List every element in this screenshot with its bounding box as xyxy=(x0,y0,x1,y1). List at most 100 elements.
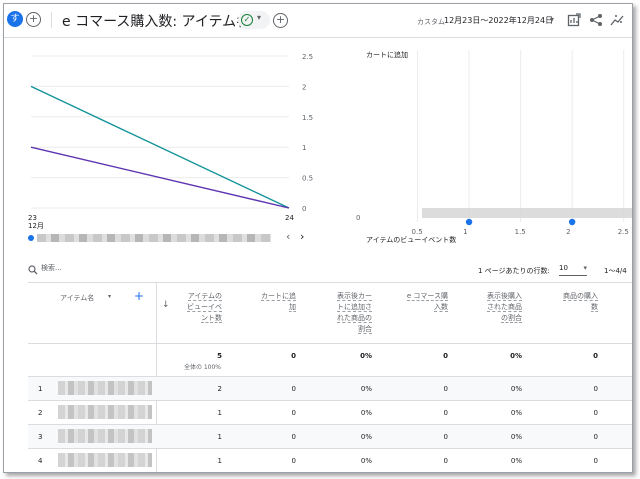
dimension-header[interactable]: アイテム名 xyxy=(60,293,94,303)
title-status-pill[interactable]: ✓ ▾ xyxy=(238,11,270,29)
table-cell: 0 xyxy=(291,457,296,465)
item-name-redacted xyxy=(58,405,152,419)
table-cell: 0 xyxy=(593,409,598,417)
header-divider xyxy=(51,12,52,28)
avatar[interactable]: す xyxy=(7,11,23,27)
add-filter-button[interactable]: + xyxy=(273,13,288,28)
table-row[interactable]: 4 1 0 0% 0 0% 0 xyxy=(28,448,632,472)
customize-report-icon[interactable] xyxy=(567,13,581,27)
table-cell: 0% xyxy=(510,433,522,441)
totals-share: 全体の 100% xyxy=(183,364,221,371)
x-tick-label: 0.5 xyxy=(412,228,423,236)
column-header-3[interactable]: 表示後カー トに追加さ れた商品の 割合 xyxy=(308,291,372,335)
column-header-1[interactable]: アイテムの ビューイベ ント数 xyxy=(162,291,222,324)
table-cell: 0 xyxy=(593,385,598,393)
point-labels-redacted xyxy=(422,208,632,218)
total-value-1: 5 xyxy=(217,352,222,360)
table-cell: 0 xyxy=(291,409,296,417)
pagination-status: 1〜4/4 xyxy=(604,267,627,275)
y-tick-label: 0 xyxy=(356,214,360,222)
y-tick-label: 0.5 xyxy=(302,175,313,183)
chart-title: カートに追加 xyxy=(366,50,408,59)
item-name-redacted xyxy=(58,453,152,467)
total-value-4: 0 xyxy=(443,352,448,360)
y-tick-label: 2.5 xyxy=(302,53,313,61)
table-row[interactable]: 2 1 0 0% 0 0% 0 xyxy=(28,400,632,424)
chevron-down-icon: ▾ xyxy=(257,13,262,22)
page-title: e コマース購入数: アイテム名 xyxy=(62,14,251,30)
y-tick-label: 1 xyxy=(302,144,306,152)
charts-area: 2.5 2 1.5 1 0.5 0 2312月 24 カートに追加 0.5 1 1.5 2 2.5 0 アイ… xyxy=(28,50,632,244)
totals-row: 全体の 100% 5 0 0% 0 0% 0 xyxy=(28,344,632,376)
column-header-4[interactable]: e コマース購 入数 xyxy=(384,291,448,313)
legend-prev-button[interactable]: ‹ xyxy=(286,230,290,243)
total-value-5: 0% xyxy=(510,352,522,360)
insights-icon[interactable] xyxy=(610,13,624,27)
table-cell: 0 xyxy=(443,457,448,465)
share-icon[interactable] xyxy=(589,13,603,27)
row-number: 4 xyxy=(38,457,43,465)
report-card: す + e コマース購入数: アイテム名 ✓ ▾ + カスタム 12月23日〜2… xyxy=(3,3,633,473)
data-table: アイテム名 ▾ + ↓ アイテムの ビューイベ ント数 カートに追加表示後カー トに追加… xyxy=(28,282,632,472)
line-chart: 2.5 2 1.5 1 0.5 0 2312月 24 xyxy=(28,53,313,230)
table-row[interactable]: 1 2 0 0% 0 0% 0 xyxy=(28,376,632,400)
table-cell: 0% xyxy=(510,457,522,465)
scatter-point[interactable] xyxy=(568,218,576,226)
scatter-point[interactable] xyxy=(465,218,473,226)
table-cell: 0 xyxy=(291,433,296,441)
legend-next-button[interactable]: › xyxy=(300,230,304,243)
x-tick-label: 2 xyxy=(566,228,570,236)
table-header: アイテム名 ▾ + ↓ アイテムの ビューイベ ント数 カートに追加表示後カー トに追加… xyxy=(28,283,632,344)
table-cell: 0 xyxy=(443,433,448,441)
search-icon xyxy=(28,265,38,275)
item-name-redacted xyxy=(58,381,152,395)
table-cell: 0% xyxy=(360,385,372,393)
table-cell: 0 xyxy=(443,385,448,393)
table-cell: 0 xyxy=(593,457,598,465)
row-number: 3 xyxy=(38,433,43,441)
column-header-6[interactable]: 商品の購入数 xyxy=(538,291,598,313)
x-tick-label: 24 xyxy=(285,214,294,222)
column-header-2[interactable]: カートに追加 xyxy=(236,291,296,313)
x-tick-label: 2.5 xyxy=(618,228,629,236)
table-cell: 0% xyxy=(510,409,522,417)
x-tick-label: 23 xyxy=(28,214,37,222)
table-toolbar: 1 ページあたりの行数: 10 ▾ 1〜4/4 xyxy=(4,260,632,282)
total-value-3: 0% xyxy=(360,352,372,360)
date-custom-label: カスタム xyxy=(417,18,445,26)
table-row[interactable]: 3 1 0 0% 0 0% 0 xyxy=(28,424,632,448)
add-comparison-button[interactable]: + xyxy=(26,12,41,27)
y-tick-label: 1.5 xyxy=(302,114,313,122)
date-dropdown-icon[interactable]: ▾ xyxy=(550,15,554,24)
table-cell: 0% xyxy=(360,409,372,417)
y-tick-label: 2 xyxy=(302,83,306,91)
rows-per-page-value: 10 xyxy=(559,264,568,272)
column-header-5[interactable]: 表示後購入 された商品 の割合 xyxy=(458,291,522,324)
table-cell: 0 xyxy=(443,409,448,417)
scatter-chart: カートに追加 0.5 1 1.5 2 2.5 0 アイテムのビューイベント数 xyxy=(356,50,632,244)
x-tick-month-label: 12月 xyxy=(28,222,44,230)
item-name-redacted xyxy=(58,429,152,443)
x-tick-label: 1.5 xyxy=(515,228,526,236)
table-cell: 1 xyxy=(217,457,222,465)
rows-per-page-select[interactable]: 10 ▾ xyxy=(559,262,587,276)
search-input[interactable] xyxy=(41,264,161,272)
table-cell: 0 xyxy=(593,433,598,441)
table-cell: 1 xyxy=(217,409,222,417)
report-header: す + e コマース購入数: アイテム名 ✓ ▾ + カスタム 12月23日〜2… xyxy=(4,4,632,38)
legend-dot xyxy=(28,235,34,241)
legend-items-redacted xyxy=(37,234,271,242)
check-circle-icon: ✓ xyxy=(241,14,253,26)
rows-per-page-label: 1 ページあたりの行数: xyxy=(478,267,550,275)
date-range-picker[interactable]: 12月23日〜2022年12月24日 xyxy=(444,15,553,26)
chevron-down-icon: ▾ xyxy=(583,264,587,272)
table-cell: 0% xyxy=(360,457,372,465)
y-tick-label: 0 xyxy=(302,205,306,213)
table-cell: 2 xyxy=(217,385,222,393)
add-dimension-button[interactable]: + xyxy=(134,289,144,303)
table-cell: 1 xyxy=(217,433,222,441)
row-number: 2 xyxy=(38,409,43,417)
row-number: 1 xyxy=(38,385,43,393)
total-value-6: 0 xyxy=(593,352,598,360)
chevron-down-icon[interactable]: ▾ xyxy=(108,293,111,300)
